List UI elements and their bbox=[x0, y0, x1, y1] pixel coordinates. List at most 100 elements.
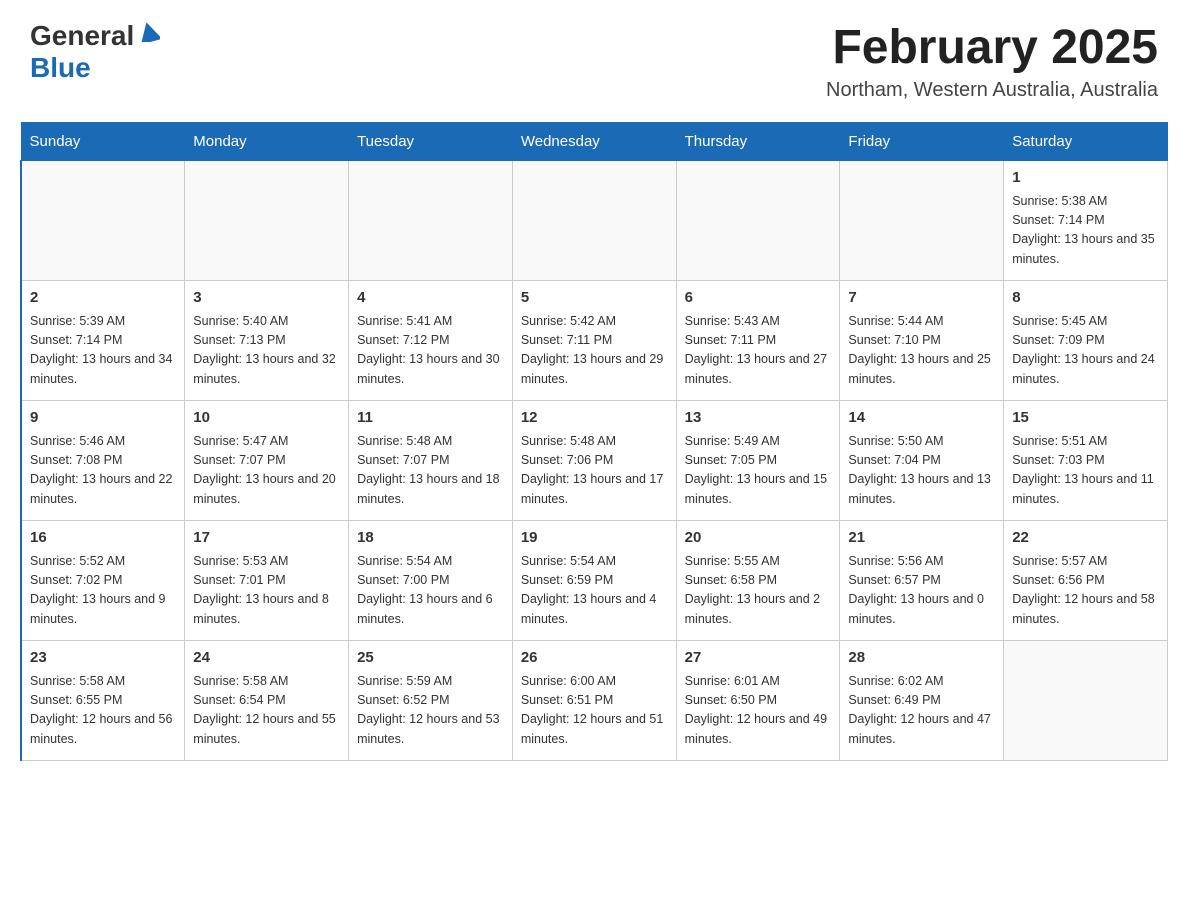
table-row: 5Sunrise: 5:42 AMSunset: 7:11 PMDaylight… bbox=[512, 281, 676, 401]
day-info: Sunrise: 5:49 AMSunset: 7:05 PMDaylight:… bbox=[685, 432, 832, 510]
table-row: 9Sunrise: 5:46 AMSunset: 7:08 PMDaylight… bbox=[21, 401, 185, 521]
calendar-subtitle: Northam, Western Australia, Australia bbox=[826, 79, 1158, 102]
day-info: Sunrise: 5:45 AMSunset: 7:09 PMDaylight:… bbox=[1012, 312, 1159, 390]
table-row: 13Sunrise: 5:49 AMSunset: 7:05 PMDayligh… bbox=[676, 401, 840, 521]
calendar-week-row: 16Sunrise: 5:52 AMSunset: 7:02 PMDayligh… bbox=[21, 521, 1168, 641]
table-row: 10Sunrise: 5:47 AMSunset: 7:07 PMDayligh… bbox=[185, 401, 349, 521]
table-row: 22Sunrise: 5:57 AMSunset: 6:56 PMDayligh… bbox=[1004, 521, 1168, 641]
day-info: Sunrise: 5:43 AMSunset: 7:11 PMDaylight:… bbox=[685, 312, 832, 390]
day-info: Sunrise: 5:52 AMSunset: 7:02 PMDaylight:… bbox=[30, 552, 176, 630]
day-number: 4 bbox=[357, 287, 504, 310]
day-number: 13 bbox=[685, 407, 832, 430]
day-info: Sunrise: 5:40 AMSunset: 7:13 PMDaylight:… bbox=[193, 312, 340, 390]
table-row: 1Sunrise: 5:38 AMSunset: 7:14 PMDaylight… bbox=[1004, 161, 1168, 281]
table-row: 12Sunrise: 5:48 AMSunset: 7:06 PMDayligh… bbox=[512, 401, 676, 521]
day-number: 19 bbox=[521, 527, 668, 550]
table-row: 4Sunrise: 5:41 AMSunset: 7:12 PMDaylight… bbox=[349, 281, 513, 401]
table-row bbox=[349, 161, 513, 281]
day-number: 10 bbox=[193, 407, 340, 430]
table-row: 6Sunrise: 5:43 AMSunset: 7:11 PMDaylight… bbox=[676, 281, 840, 401]
table-row: 17Sunrise: 5:53 AMSunset: 7:01 PMDayligh… bbox=[185, 521, 349, 641]
table-row: 19Sunrise: 5:54 AMSunset: 6:59 PMDayligh… bbox=[512, 521, 676, 641]
day-info: Sunrise: 5:46 AMSunset: 7:08 PMDaylight:… bbox=[30, 432, 176, 510]
day-number: 5 bbox=[521, 287, 668, 310]
day-number: 16 bbox=[30, 527, 176, 550]
table-row bbox=[840, 161, 1004, 281]
day-number: 14 bbox=[848, 407, 995, 430]
table-row: 18Sunrise: 5:54 AMSunset: 7:00 PMDayligh… bbox=[349, 521, 513, 641]
col-saturday: Saturday bbox=[1004, 123, 1168, 161]
day-info: Sunrise: 5:58 AMSunset: 6:54 PMDaylight:… bbox=[193, 672, 340, 750]
day-number: 8 bbox=[1012, 287, 1159, 310]
table-row: 28Sunrise: 6:02 AMSunset: 6:49 PMDayligh… bbox=[840, 641, 1004, 761]
day-number: 22 bbox=[1012, 527, 1159, 550]
logo-general-text: General bbox=[30, 20, 134, 52]
day-number: 11 bbox=[357, 407, 504, 430]
logo-triangle-icon bbox=[138, 22, 160, 47]
calendar-week-row: 2Sunrise: 5:39 AMSunset: 7:14 PMDaylight… bbox=[21, 281, 1168, 401]
day-info: Sunrise: 5:57 AMSunset: 6:56 PMDaylight:… bbox=[1012, 552, 1159, 630]
table-row: 26Sunrise: 6:00 AMSunset: 6:51 PMDayligh… bbox=[512, 641, 676, 761]
day-number: 12 bbox=[521, 407, 668, 430]
day-number: 9 bbox=[30, 407, 176, 430]
table-row: 2Sunrise: 5:39 AMSunset: 7:14 PMDaylight… bbox=[21, 281, 185, 401]
day-info: Sunrise: 5:48 AMSunset: 7:07 PMDaylight:… bbox=[357, 432, 504, 510]
table-row: 7Sunrise: 5:44 AMSunset: 7:10 PMDaylight… bbox=[840, 281, 1004, 401]
table-row: 3Sunrise: 5:40 AMSunset: 7:13 PMDaylight… bbox=[185, 281, 349, 401]
day-info: Sunrise: 5:47 AMSunset: 7:07 PMDaylight:… bbox=[193, 432, 340, 510]
calendar-table: Sunday Monday Tuesday Wednesday Thursday… bbox=[20, 122, 1168, 761]
logo: General Blue bbox=[30, 20, 160, 84]
calendar-title: February 2025 bbox=[826, 20, 1158, 75]
day-number: 1 bbox=[1012, 167, 1159, 190]
col-tuesday: Tuesday bbox=[349, 123, 513, 161]
day-info: Sunrise: 5:38 AMSunset: 7:14 PMDaylight:… bbox=[1012, 192, 1159, 270]
table-row: 14Sunrise: 5:50 AMSunset: 7:04 PMDayligh… bbox=[840, 401, 1004, 521]
day-info: Sunrise: 5:59 AMSunset: 6:52 PMDaylight:… bbox=[357, 672, 504, 750]
day-number: 17 bbox=[193, 527, 340, 550]
title-block: February 2025 Northam, Western Australia… bbox=[826, 20, 1158, 102]
day-info: Sunrise: 6:01 AMSunset: 6:50 PMDaylight:… bbox=[685, 672, 832, 750]
calendar-week-row: 1Sunrise: 5:38 AMSunset: 7:14 PMDaylight… bbox=[21, 161, 1168, 281]
day-number: 25 bbox=[357, 647, 504, 670]
day-info: Sunrise: 5:54 AMSunset: 7:00 PMDaylight:… bbox=[357, 552, 504, 630]
day-info: Sunrise: 5:50 AMSunset: 7:04 PMDaylight:… bbox=[848, 432, 995, 510]
col-thursday: Thursday bbox=[676, 123, 840, 161]
table-row bbox=[1004, 641, 1168, 761]
day-number: 21 bbox=[848, 527, 995, 550]
day-number: 24 bbox=[193, 647, 340, 670]
day-info: Sunrise: 5:39 AMSunset: 7:14 PMDaylight:… bbox=[30, 312, 176, 390]
table-row: 25Sunrise: 5:59 AMSunset: 6:52 PMDayligh… bbox=[349, 641, 513, 761]
page-header: General Blue February 2025 Northam, West… bbox=[0, 0, 1188, 112]
day-info: Sunrise: 5:51 AMSunset: 7:03 PMDaylight:… bbox=[1012, 432, 1159, 510]
day-number: 7 bbox=[848, 287, 995, 310]
table-row bbox=[185, 161, 349, 281]
day-info: Sunrise: 6:00 AMSunset: 6:51 PMDaylight:… bbox=[521, 672, 668, 750]
table-row: 21Sunrise: 5:56 AMSunset: 6:57 PMDayligh… bbox=[840, 521, 1004, 641]
day-number: 18 bbox=[357, 527, 504, 550]
day-number: 2 bbox=[30, 287, 176, 310]
day-info: Sunrise: 6:02 AMSunset: 6:49 PMDaylight:… bbox=[848, 672, 995, 750]
day-info: Sunrise: 5:55 AMSunset: 6:58 PMDaylight:… bbox=[685, 552, 832, 630]
day-number: 20 bbox=[685, 527, 832, 550]
day-info: Sunrise: 5:42 AMSunset: 7:11 PMDaylight:… bbox=[521, 312, 668, 390]
col-friday: Friday bbox=[840, 123, 1004, 161]
day-info: Sunrise: 5:56 AMSunset: 6:57 PMDaylight:… bbox=[848, 552, 995, 630]
col-wednesday: Wednesday bbox=[512, 123, 676, 161]
day-info: Sunrise: 5:44 AMSunset: 7:10 PMDaylight:… bbox=[848, 312, 995, 390]
day-number: 3 bbox=[193, 287, 340, 310]
calendar-week-row: 9Sunrise: 5:46 AMSunset: 7:08 PMDaylight… bbox=[21, 401, 1168, 521]
table-row: 27Sunrise: 6:01 AMSunset: 6:50 PMDayligh… bbox=[676, 641, 840, 761]
day-number: 23 bbox=[30, 647, 176, 670]
day-number: 6 bbox=[685, 287, 832, 310]
table-row: 20Sunrise: 5:55 AMSunset: 6:58 PMDayligh… bbox=[676, 521, 840, 641]
calendar-header-row: Sunday Monday Tuesday Wednesday Thursday… bbox=[21, 123, 1168, 161]
day-number: 26 bbox=[521, 647, 668, 670]
day-info: Sunrise: 5:58 AMSunset: 6:55 PMDaylight:… bbox=[30, 672, 176, 750]
col-sunday: Sunday bbox=[21, 123, 185, 161]
table-row: 8Sunrise: 5:45 AMSunset: 7:09 PMDaylight… bbox=[1004, 281, 1168, 401]
day-number: 28 bbox=[848, 647, 995, 670]
table-row: 24Sunrise: 5:58 AMSunset: 6:54 PMDayligh… bbox=[185, 641, 349, 761]
table-row bbox=[21, 161, 185, 281]
col-monday: Monday bbox=[185, 123, 349, 161]
table-row bbox=[676, 161, 840, 281]
